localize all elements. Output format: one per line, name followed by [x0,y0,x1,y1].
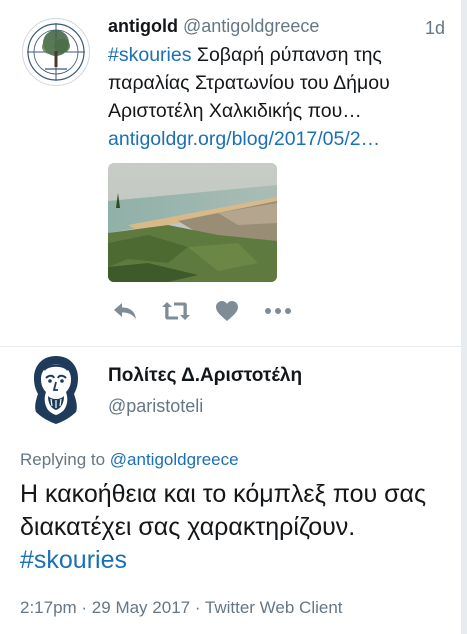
display-name[interactable]: Πολίτες Δ.Αριστοτέλη [108,365,302,387]
like-button[interactable] [210,296,244,326]
media-thumbnail[interactable] [108,163,277,282]
timeline-right-border [461,0,467,634]
tree-logo-icon [27,23,85,81]
reply-icon [114,303,136,319]
article-link[interactable]: antigoldgr.org/blog/2017/05/2… [108,128,380,150]
user-handle[interactable]: @paristoteli [108,396,203,417]
tweet2-body: Η κακοήθεια και το κόμπλεξ που σας διακα… [20,480,427,541]
retweet-button[interactable] [159,296,193,326]
tweet-divider [0,346,461,347]
avatar-antigold[interactable] [22,18,90,86]
coastline-photo [108,163,277,282]
more-button[interactable] [261,296,295,326]
tweet1-text: #skouries Σοβαρή ρύπανση της παραλίας Στ… [108,41,438,153]
heart-icon [216,301,238,321]
more-dots-icon [265,308,291,314]
display-name[interactable]: antigold [108,16,178,36]
hashtag-link[interactable]: #skouries [108,44,191,66]
replying-to-handle-link[interactable]: @antigoldgreece [110,450,239,469]
replying-to-label: Replying to [20,450,110,469]
replying-to: Replying to @antigoldgreece [20,450,239,470]
avatar-paristoteli[interactable] [22,352,90,426]
retweet-icon [162,302,190,320]
tweet-timestamp[interactable]: 1d [425,18,445,39]
reply-button[interactable] [108,296,142,326]
hashtag-link[interactable]: #skouries [20,546,127,574]
tweet2-text: Η κακοήθεια και το κόμπλεξ που σας διακα… [20,478,440,577]
tweet1-header: antigold @antigoldgreece [108,16,319,37]
user-handle[interactable]: @antigoldgreece [183,16,319,36]
aristotle-bust-icon [34,356,78,424]
tweet-metadata[interactable]: 2:17pm · 29 May 2017 · Twitter Web Clien… [20,598,343,618]
